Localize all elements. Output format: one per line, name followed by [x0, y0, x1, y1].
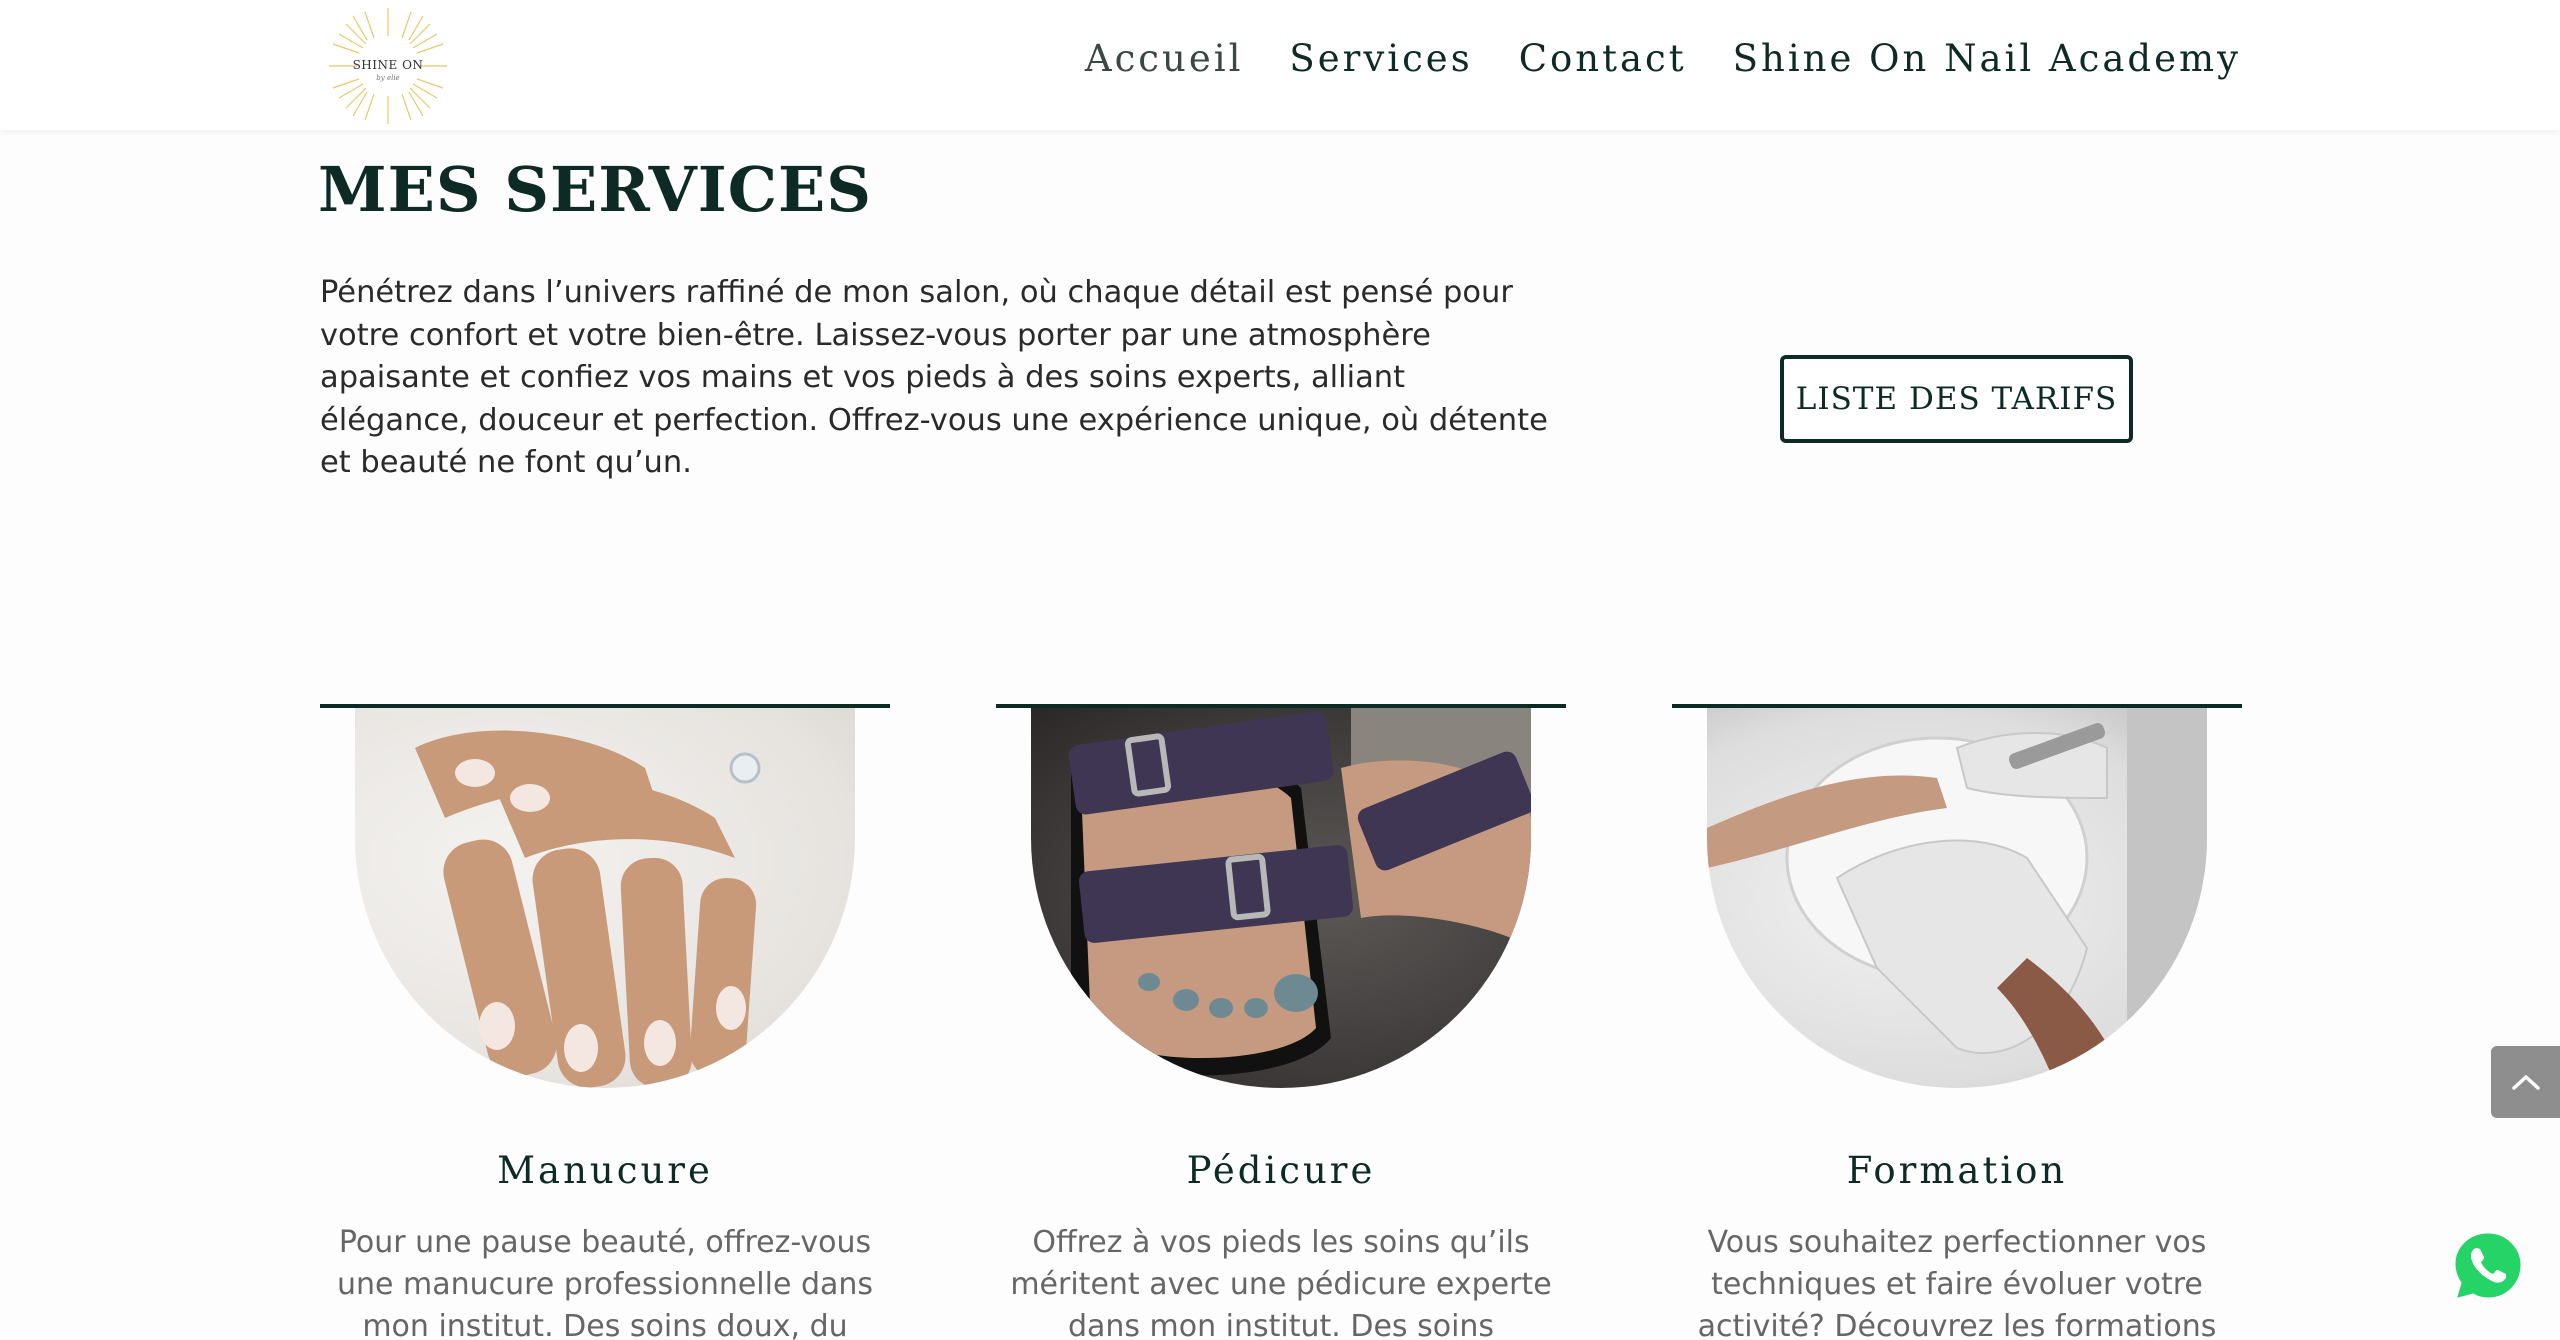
nav-contact[interactable]: Contact: [1519, 34, 1687, 84]
service-text-pedicure: Offrez à vos pieds les soins qu’ils méri…: [1010, 1225, 1552, 1340]
pedicure-image: [1031, 708, 1531, 1088]
manucure-image: [355, 708, 855, 1088]
price-list-button[interactable]: LISTE DES TARIFS: [1780, 355, 2133, 443]
service-card-manucure: Manucure Pour une pause beauté, offrez-v…: [320, 704, 890, 1340]
intro-text: Pénétrez dans l’univers raffiné de mon s…: [320, 275, 1548, 480]
nav-academy[interactable]: Shine On Nail Academy: [1733, 34, 2241, 84]
page-title: MES SERVICES: [318, 153, 873, 226]
service-title-formation: Formation: [1846, 1149, 2068, 1192]
logo[interactable]: SHINE ON by elie: [327, 6, 449, 126]
chevron-up-icon: [2511, 1075, 2540, 1090]
service-card-formation: Formation Vous souhaitez perfectionner v…: [1672, 704, 2242, 1340]
logo-subtext: by elie: [376, 74, 400, 82]
whatsapp-icon: [2452, 1230, 2524, 1303]
main-nav: Accueil Services Contact Shine On Nail A…: [1085, 34, 2241, 84]
scroll-to-top-button[interactable]: [2491, 1046, 2560, 1118]
logo-text: SHINE ON: [352, 58, 424, 72]
service-text-manucure: Pour une pause beauté, offrez-vous une m…: [336, 1225, 874, 1340]
service-text-formation: Vous souhaitez perfectionner vos techniq…: [1697, 1225, 2217, 1340]
service-card-pedicure: Pédicure Offrez à vos pieds les soins qu…: [996, 704, 1566, 1340]
whatsapp-button[interactable]: [2450, 1228, 2526, 1304]
formation-image: [1707, 708, 2207, 1088]
service-title-manucure: Manucure: [497, 1149, 713, 1192]
nav-services[interactable]: Services: [1289, 34, 1472, 84]
nav-accueil[interactable]: Accueil: [1085, 34, 1244, 84]
service-title-pedicure: Pédicure: [1186, 1149, 1376, 1192]
site-header: SHINE ON by elie Accueil Services Contac…: [0, 0, 2560, 130]
